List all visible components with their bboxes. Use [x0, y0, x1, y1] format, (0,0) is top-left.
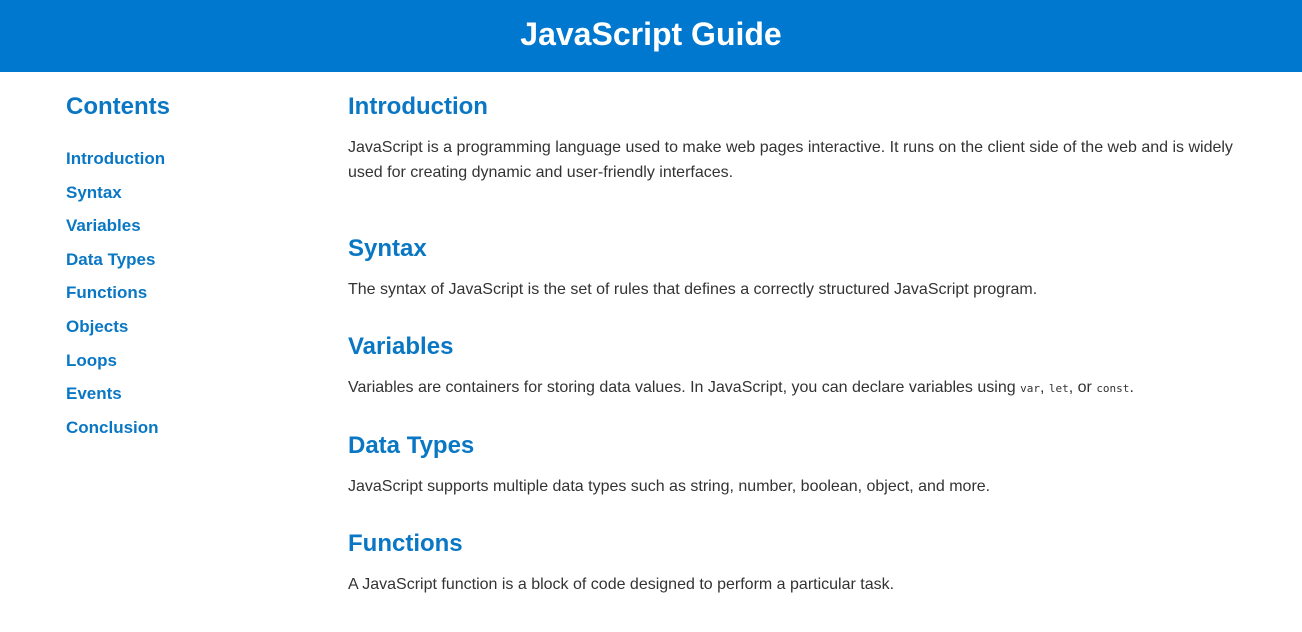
contents-item: Syntax — [66, 176, 306, 210]
section-text: JavaScript is a programming language use… — [348, 139, 1233, 181]
contents-item: Loops — [66, 344, 306, 378]
section-functions: Functions A JavaScript function is a blo… — [348, 529, 1248, 597]
page-title: JavaScript Guide — [520, 16, 782, 52]
contents-link-data-types[interactable]: Data Types — [66, 250, 155, 269]
section-title: Data Types — [348, 432, 475, 459]
contents-link-syntax[interactable]: Syntax — [66, 183, 122, 202]
contents-list: Introduction Syntax Variables Data Types… — [66, 142, 306, 444]
contents-link-conclusion[interactable]: Conclusion — [66, 418, 159, 437]
separator: , — [1039, 379, 1045, 396]
section-data-types: Data Types JavaScript supports multiple … — [348, 431, 1248, 499]
contents-link-variables[interactable]: Variables — [66, 216, 141, 235]
section-text: A JavaScript function is a block of code… — [348, 576, 895, 593]
contents-link-functions[interactable]: Functions — [66, 283, 147, 302]
section-text: The syntax of JavaScript is the set of r… — [348, 281, 1038, 298]
section-text-before: Variables are containers for storing dat… — [348, 379, 1016, 396]
page-header: JavaScript Guide — [0, 0, 1302, 72]
section-introduction: Introduction JavaScript is a programming… — [348, 92, 1248, 185]
contents-item: Objects — [66, 310, 306, 344]
code-var: var — [1020, 382, 1040, 395]
section-variables: Variables Variables are containers for s… — [348, 332, 1248, 401]
main-content: Introduction JavaScript is a programming… — [348, 92, 1248, 627]
contents-sidebar: Contents Introduction Syntax Variables D… — [66, 92, 306, 444]
separator: , or — [1068, 379, 1092, 396]
contents-item: Introduction — [66, 142, 306, 176]
contents-link-introduction[interactable]: Introduction — [66, 149, 165, 168]
section-title: Functions — [348, 530, 463, 557]
contents-item: Data Types — [66, 243, 306, 277]
section-title: Variables — [348, 333, 454, 360]
contents-link-objects[interactable]: Objects — [66, 317, 128, 336]
section-text: JavaScript supports multiple data types … — [348, 478, 991, 495]
section-text-after: . — [1129, 379, 1134, 396]
section-text: Variables are containers for storing dat… — [348, 375, 1248, 401]
contents-item: Conclusion — [66, 411, 306, 445]
contents-link-loops[interactable]: Loops — [66, 351, 117, 370]
section-syntax: Syntax The syntax of JavaScript is the s… — [348, 234, 1248, 302]
contents-item: Events — [66, 377, 306, 411]
contents-item: Variables — [66, 209, 306, 243]
contents-link-events[interactable]: Events — [66, 384, 122, 403]
contents-heading: Contents — [66, 93, 170, 120]
section-title: Syntax — [348, 235, 427, 262]
contents-item: Functions — [66, 276, 306, 310]
code-let: let — [1048, 382, 1069, 395]
section-title: Introduction — [348, 93, 488, 120]
code-const: const — [1096, 382, 1130, 395]
